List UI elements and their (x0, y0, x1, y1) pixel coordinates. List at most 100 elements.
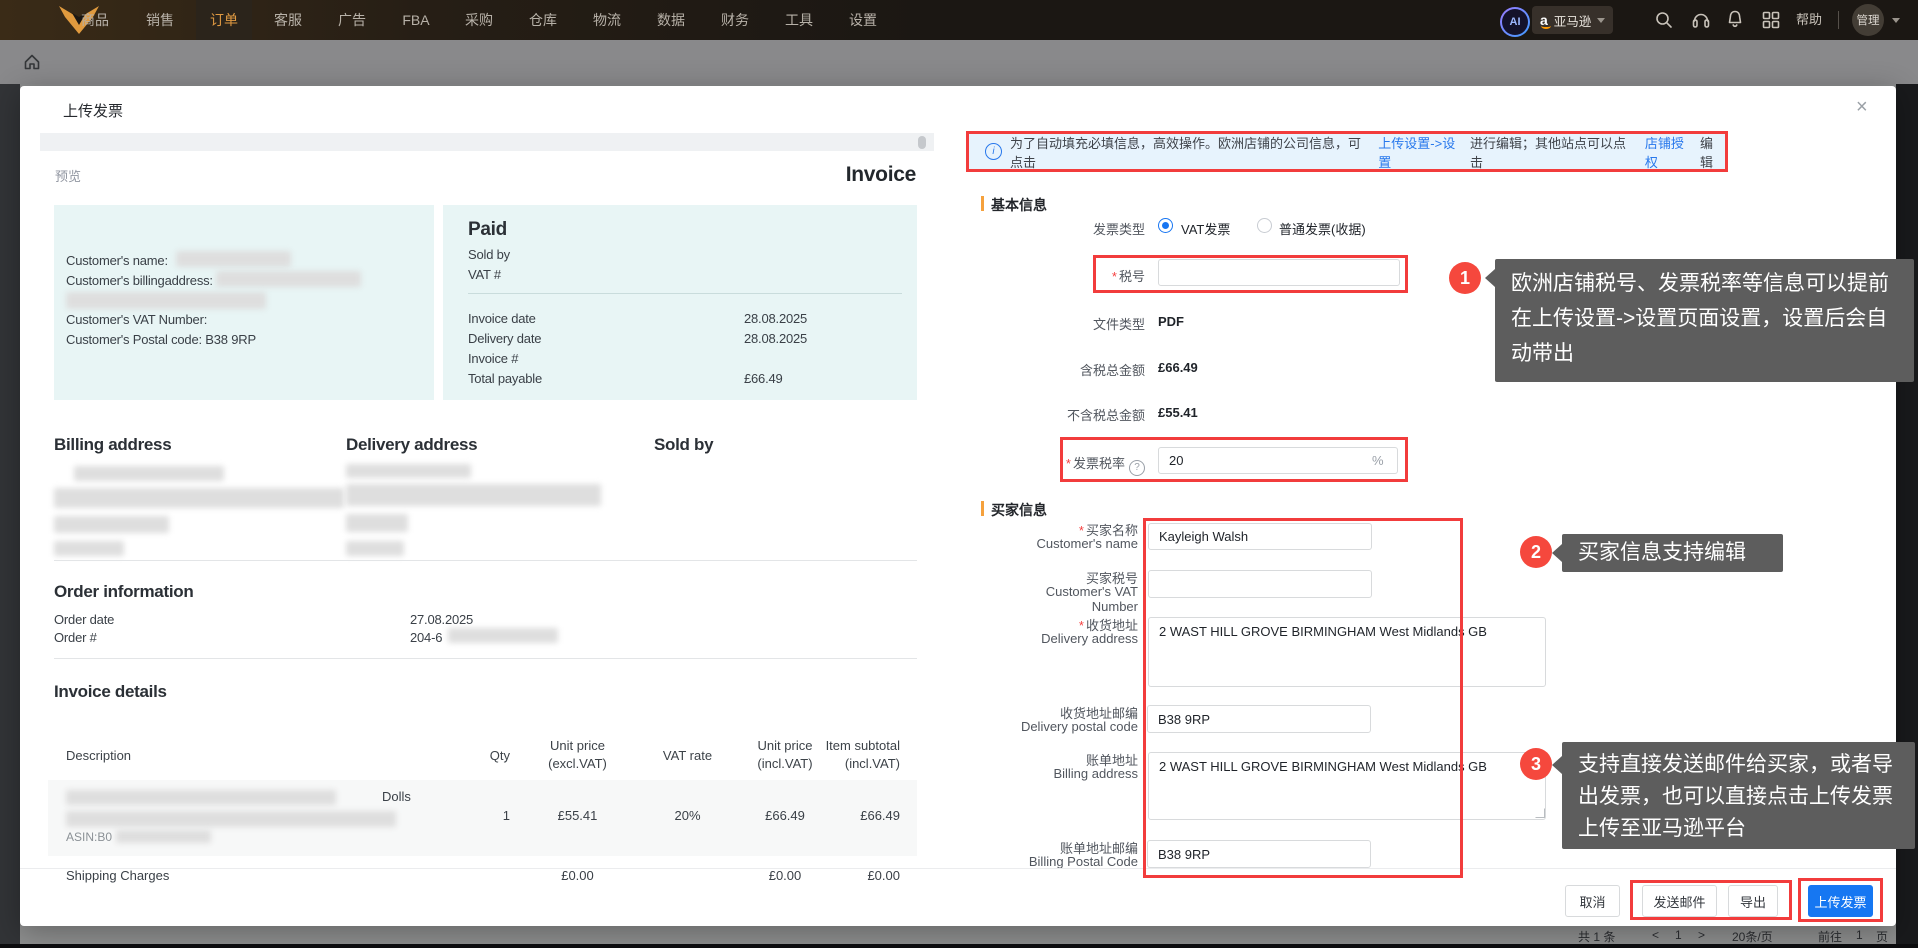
customer-name-label: Customer's name: (66, 253, 168, 268)
delivery-address-label-en: Delivery address (998, 631, 1138, 646)
customer-vat-label: Customer's VAT Number: (66, 312, 207, 327)
banner-link-upload-settings[interactable]: 上传设置->设置 (1378, 133, 1465, 171)
tax-no-input[interactable] (1158, 259, 1400, 286)
nav-item-purchase[interactable]: 采购 (451, 0, 507, 40)
radio-vat-invoice-label[interactable]: VAT发票 (1181, 219, 1230, 238)
upload-invoice-button[interactable]: 上传发票 (1808, 885, 1873, 917)
annotation-tooltip-1: 欧洲店铺税号、发票税率等信息可以提前在上传设置->设置页面设置，设置后会自动带出 (1495, 259, 1914, 382)
tooltip-arrow (1552, 544, 1562, 562)
annotation-tooltip-2: 买家信息支持编辑 (1562, 534, 1783, 572)
nav-item-service[interactable]: 客服 (260, 0, 316, 40)
col-vat-rate: VAT rate (645, 748, 730, 763)
cancel-button[interactable]: 取消 (1565, 885, 1620, 917)
nav-item-orders[interactable]: 订单 (196, 0, 252, 40)
nav-item-warehouse[interactable]: 仓库 (515, 0, 571, 40)
shipping-subtotal: £0.00 (815, 868, 900, 883)
preview-scroll-header (40, 133, 934, 151)
account-chevron-down-icon[interactable] (1892, 18, 1900, 23)
top-nav: 商品 销售 订单 客服 广告 FBA 采购 仓库 物流 数据 财务 工具 设置 … (0, 0, 1918, 40)
invoice-customer-box: Customer's name: Customer's billingaddre… (54, 205, 434, 400)
file-type-value: PDF (1158, 314, 1184, 329)
item-qty: 1 (465, 808, 510, 823)
tooltip-arrow (1485, 269, 1495, 287)
billing-postal-input[interactable] (1147, 840, 1371, 868)
apps-grid-icon[interactable] (1761, 10, 1781, 30)
send-email-button[interactable]: 发送邮件 (1642, 885, 1717, 917)
sold-by-label: Sold by (468, 247, 510, 262)
nav-item-data[interactable]: 数据 (643, 0, 699, 40)
preview-divider-2 (54, 658, 917, 659)
banner-text-3: 编辑 (1700, 133, 1725, 171)
invoice-number-label: Invoice # (468, 351, 518, 366)
sold-by-heading: Sold by (654, 435, 713, 455)
billing-postal-label-en: Billing Postal Code (998, 854, 1138, 869)
buyer-name-input[interactable] (1148, 523, 1372, 550)
nav-divider (1838, 11, 1839, 29)
delivery-postal-label-en: Delivery postal code (998, 719, 1138, 734)
customer-billing-label: Customer's billingaddress: (66, 273, 213, 288)
banner-text-2: 进行编辑；其他站点可以点击 (1470, 133, 1633, 171)
nav-item-tools[interactable]: 工具 (771, 0, 827, 40)
col-unit-excl-line1: Unit price (530, 738, 625, 753)
modal-close-icon[interactable]: × (1856, 96, 1868, 119)
total-payable-value: £66.49 (744, 371, 783, 386)
buyer-section-title: 买家信息 (991, 500, 1047, 520)
invoice-type-label: 发票类型 (1045, 219, 1145, 238)
customer-postal-label: Customer's Postal code: B38 9RP (66, 332, 256, 347)
help-link[interactable]: 帮助 (1796, 0, 1822, 40)
nav-item-logistics[interactable]: 物流 (579, 0, 635, 40)
item-desc-fragment: Dolls (382, 789, 411, 804)
basic-section-title: 基本信息 (991, 195, 1047, 215)
banner-link-store-auth[interactable]: 店铺授权 (1645, 133, 1695, 171)
buyer-vat-label-en: Customer's VAT Number (998, 584, 1138, 614)
radio-normal-invoice[interactable] (1257, 218, 1272, 233)
search-icon[interactable] (1654, 10, 1674, 30)
total-excl-value: £55.41 (1158, 405, 1198, 420)
annotation-badge-2: 2 (1520, 536, 1552, 568)
nav-item-fba[interactable]: FBA (388, 0, 444, 40)
file-type-label: 文件类型 (1045, 314, 1145, 333)
vat-rate-input[interactable] (1158, 447, 1398, 474)
banner-text-1: 为了自动填充必填信息，高效操作。欧洲店铺的公司信息，可点击 (1010, 133, 1373, 171)
delivery-date-label: Delivery date (468, 331, 541, 346)
nav-item-ads[interactable]: 广告 (324, 0, 380, 40)
total-incl-value: £66.49 (1158, 360, 1198, 375)
delivery-address-heading: Delivery address (346, 435, 477, 455)
account-avatar[interactable]: 管理 (1852, 4, 1884, 36)
radio-vat-invoice[interactable] (1158, 218, 1173, 233)
nav-item-sales[interactable]: 销售 (132, 0, 188, 40)
paid-box-divider (468, 293, 902, 294)
item-unit-excl: £55.41 (530, 808, 625, 823)
preview-scrollbar-thumb[interactable] (918, 136, 926, 149)
vat-rate-help-icon[interactable]: ? (1129, 460, 1145, 476)
amazon-logo-icon: a (1540, 12, 1548, 28)
ai-assistant-icon[interactable]: AI (1500, 7, 1530, 37)
delivery-address-textarea[interactable]: 2 WAST HILL GROVE BIRMINGHAM West Midlan… (1148, 617, 1546, 687)
vat-rate-label: *发票税率? (1032, 453, 1145, 476)
billing-address-textarea[interactable]: 2 WAST HILL GROVE BIRMINGHAM West Midlan… (1148, 752, 1546, 820)
order-information-heading: Order information (54, 582, 193, 602)
delivery-postal-input[interactable] (1147, 705, 1371, 733)
shipping-charges-label: Shipping Charges (66, 868, 169, 883)
billing-address-heading: Billing address (54, 435, 171, 455)
percent-suffix: % (1372, 453, 1384, 468)
item-subtotal: £66.49 (815, 808, 900, 823)
notification-bell-icon[interactable] (1725, 9, 1745, 29)
invoice-paid-box: Paid Sold by VAT # Invoice date 28.08.20… (443, 205, 917, 400)
vat-number-label: VAT # (468, 267, 501, 282)
tooltip-arrow (1552, 756, 1562, 774)
shipping-unit-excl: £0.00 (530, 868, 625, 883)
invoice-date-value: 28.08.2025 (744, 311, 807, 326)
nav-item-products[interactable]: 商品 (67, 0, 123, 40)
chevron-down-icon (1597, 18, 1605, 23)
nav-item-finance[interactable]: 财务 (707, 0, 763, 40)
store-selector[interactable]: a 亚马逊 (1532, 6, 1613, 34)
nav-item-settings[interactable]: 设置 (835, 0, 891, 40)
headset-icon[interactable] (1691, 10, 1711, 30)
buyer-section-bar (981, 501, 984, 516)
buyer-vat-input[interactable] (1148, 570, 1372, 598)
total-incl-label: 含税总金额 (1045, 360, 1145, 379)
export-button[interactable]: 导出 (1728, 885, 1778, 917)
radio-normal-invoice-label[interactable]: 普通发票(收据) (1279, 219, 1366, 238)
invoice-title: Invoice (720, 163, 916, 187)
